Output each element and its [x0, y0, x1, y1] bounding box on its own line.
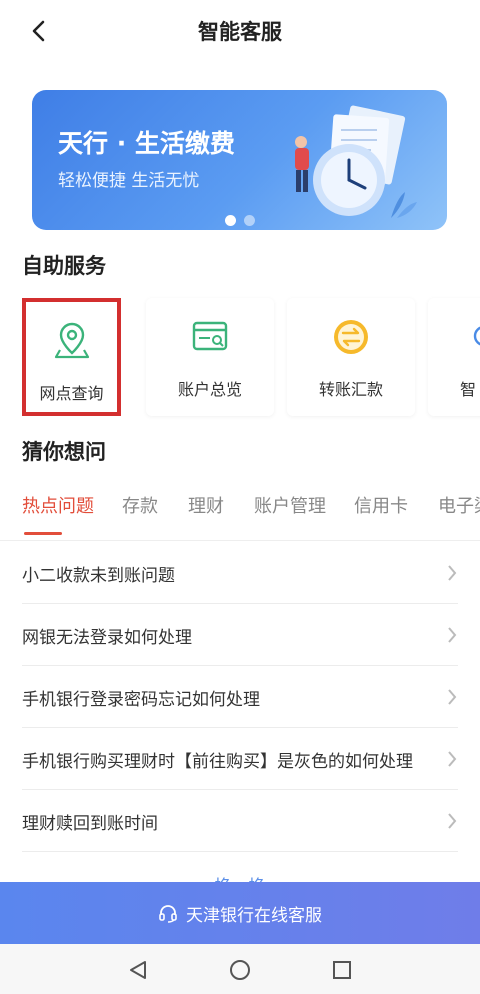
service-transfer[interactable]: 转账汇款 [287, 298, 415, 416]
divider [22, 851, 458, 852]
circle-home-icon [230, 960, 250, 980]
self-service-heading: 自助服务 [22, 254, 106, 278]
pagination-dot[interactable] [243, 215, 255, 226]
question-text: 手机银行登录密码忘记如何处理 [22, 690, 260, 710]
account-card-icon [192, 321, 228, 351]
online-service-button[interactable]: 天津银行在线客服 [0, 882, 480, 944]
pagination-dot-active[interactable] [224, 215, 236, 226]
nav-recents-button[interactable] [328, 956, 356, 984]
service-label: 智 [460, 380, 477, 399]
tab-e-channel[interactable]: 电子渠 [438, 492, 480, 518]
question-text: 小二收款未到账问题 [22, 566, 175, 586]
chevron-right-icon [448, 751, 457, 767]
service-label: 网点查询 [39, 384, 104, 403]
chevron-right-icon [448, 689, 457, 705]
tab-hot-questions[interactable]: 热点问题 [22, 492, 94, 518]
tab-credit-card[interactable]: 信用卡 [354, 492, 408, 518]
triangle-back-icon [130, 961, 146, 979]
system-nav-bar [0, 944, 480, 994]
service-smart[interactable]: 智 [428, 298, 480, 416]
question-item[interactable]: 小二收款未到账问题 [0, 542, 480, 604]
divider [0, 540, 480, 541]
transfer-icon [334, 320, 368, 354]
page-title: 智能客服 [198, 20, 282, 44]
tab-account-management[interactable]: 账户管理 [254, 492, 326, 518]
question-text: 网银无法登录如何处理 [22, 628, 192, 648]
active-tab-indicator [24, 532, 62, 535]
smart-icon [473, 326, 480, 346]
question-item[interactable]: 手机银行登录密码忘记如何处理 [0, 666, 480, 728]
chevron-right-icon [448, 627, 457, 643]
nav-back-button[interactable] [124, 956, 152, 984]
guess-heading: 猜你想问 [22, 440, 106, 464]
question-item[interactable]: 手机银行购买理财时【前往购买】是灰色的如何处理 [0, 728, 480, 790]
banner-pagination [32, 215, 447, 226]
service-branch-query[interactable]: 网点查询 [22, 298, 121, 416]
location-pin-icon [54, 322, 89, 359]
banner-illustration [295, 105, 417, 218]
question-item[interactable]: 网银无法登录如何处理 [0, 604, 480, 666]
tab-deposit[interactable]: 存款 [122, 492, 158, 518]
question-item[interactable]: 理财赎回到账时间 [0, 790, 480, 852]
headset-icon [159, 905, 177, 923]
promo-banner[interactable]: 天行 · 生活缴费 轻松便捷 生活无忧 [32, 90, 447, 230]
question-text: 手机银行购买理财时【前往购买】是灰色的如何处理 [22, 752, 413, 772]
online-service-label: 天津银行在线客服 [186, 905, 322, 926]
tab-wealth[interactable]: 理财 [188, 492, 224, 518]
service-account-overview[interactable]: 账户总览 [146, 298, 274, 416]
question-tabs: 热点问题 存款 理财 账户管理 信用卡 电子渠 [0, 492, 480, 536]
question-text: 理财赎回到账时间 [22, 814, 158, 834]
chevron-right-icon [448, 813, 457, 829]
square-recents-icon [333, 961, 351, 979]
service-grid: 网点查询 账户总览 转账汇款 智 [0, 298, 480, 416]
nav-home-button[interactable] [226, 956, 254, 984]
service-label: 转账汇款 [318, 380, 383, 399]
chevron-right-icon [448, 565, 457, 581]
banner-title: 天行 · 生活缴费 [58, 129, 235, 158]
top-bar: 智能客服 [0, 0, 480, 60]
service-label: 账户总览 [177, 380, 242, 399]
banner-subtitle: 轻松便捷 生活无忧 [58, 171, 200, 191]
